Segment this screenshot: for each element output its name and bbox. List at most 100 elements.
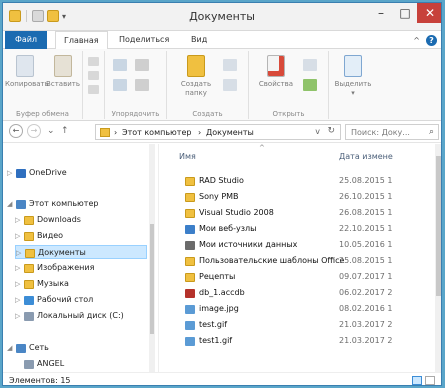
nav-item-desktop[interactable]: ▷ Рабочий стол xyxy=(15,293,147,307)
nav-item-documents[interactable]: ▷ Документы xyxy=(15,245,147,259)
expand-chevron-icon[interactable]: ▷ xyxy=(7,166,15,180)
expand-chevron-icon[interactable]: ▷ xyxy=(15,213,23,227)
nav-item-label: Видео xyxy=(37,231,64,240)
file-row[interactable]: image.jpg 08.02.2016 1 xyxy=(179,302,441,316)
collapse-chevron-icon[interactable]: ◢ xyxy=(7,341,15,355)
expand-chevron-icon[interactable]: ▷ xyxy=(15,261,23,275)
large-icons-view-icon[interactable] xyxy=(425,376,435,385)
new-folder-button[interactable]: Создать папку xyxy=(171,55,221,98)
ribbon-tabs: Файл Главная Поделиться Вид ^ ? xyxy=(3,31,441,50)
file-row[interactable]: Мои источники данных 10.05.2016 1 xyxy=(179,238,441,252)
nav-item-network[interactable]: ◢ Сеть xyxy=(7,341,147,355)
documents-folder-icon xyxy=(25,249,35,258)
recent-locations-caret[interactable]: ⌄ xyxy=(47,126,55,136)
refresh-icon[interactable]: ↻ xyxy=(327,126,335,136)
search-icon[interactable]: ⌕ xyxy=(429,127,434,137)
history-icon[interactable] xyxy=(303,79,317,91)
delete-icon[interactable] xyxy=(135,59,149,71)
column-header-name[interactable]: Имя xyxy=(179,152,196,161)
help-icon[interactable]: ? xyxy=(426,35,437,46)
breadcrumb-this-pc[interactable]: Этот компьютер xyxy=(122,128,191,137)
expand-chevron-icon[interactable]: ▷ xyxy=(15,277,23,291)
search-placeholder: Поиск: Доку... xyxy=(351,128,410,137)
nav-item-angel[interactable]: ANGEL xyxy=(15,357,147,369)
paste-button[interactable]: Вставить xyxy=(45,55,81,89)
address-bar[interactable]: › Этот компьютер › Документы v ↻ xyxy=(95,124,341,140)
folder-icon xyxy=(185,273,195,282)
details-view-icon[interactable] xyxy=(412,376,422,385)
folder-icon xyxy=(185,177,195,186)
collapse-ribbon-icon[interactable]: ^ xyxy=(413,36,420,45)
file-list-scrollbar[interactable] xyxy=(435,144,441,372)
nav-item-local-disk[interactable]: ▷ Локальный диск (C:) xyxy=(15,309,147,323)
file-row[interactable]: RAD Studio 25.08.2015 1 xyxy=(179,174,441,188)
breadcrumb-separator[interactable]: › xyxy=(114,128,117,137)
copy-to-icon[interactable] xyxy=(113,79,127,91)
file-list-scroll-thumb[interactable] xyxy=(436,156,441,296)
expand-chevron-icon[interactable]: ▷ xyxy=(15,293,23,307)
nav-item-onedrive[interactable]: ▷ OneDrive xyxy=(7,166,147,180)
onedrive-icon xyxy=(16,169,26,178)
properties-label: Свойства xyxy=(258,80,294,88)
address-dropdown-icon[interactable]: v xyxy=(315,127,320,136)
paste-shortcut-icon[interactable] xyxy=(88,85,99,94)
file-row[interactable]: Visual Studio 2008 26.08.2015 1 xyxy=(179,206,441,220)
minimize-button[interactable]: – xyxy=(369,3,393,23)
expand-chevron-icon[interactable]: ▷ xyxy=(15,229,23,243)
copy-path-icon[interactable] xyxy=(88,71,99,80)
create-group-label: Создать xyxy=(192,110,223,118)
nav-scrollbar[interactable] xyxy=(149,144,155,372)
expand-chevron-icon[interactable]: ▷ xyxy=(16,246,24,260)
file-row[interactable]: test1.gif 21.03.2017 2 xyxy=(179,334,441,348)
sort-indicator-icon: ^ xyxy=(259,144,265,152)
data-sources-icon xyxy=(185,241,195,250)
tab-file[interactable]: Файл xyxy=(5,31,47,49)
back-button[interactable]: ← xyxy=(9,124,23,138)
file-row[interactable]: Мои веб-узлы 22.10.2015 1 xyxy=(179,222,441,236)
nav-item-label: Рабочий стол xyxy=(37,295,94,304)
nav-item-this-pc[interactable]: ◢ Этот компьютер xyxy=(7,197,147,211)
breadcrumb-separator[interactable]: › xyxy=(198,128,201,137)
tab-view[interactable]: Вид xyxy=(183,31,215,49)
file-row[interactable]: Рецепты 09.07.2017 1 xyxy=(179,270,441,284)
forward-button[interactable]: → xyxy=(27,124,41,138)
drive-icon xyxy=(24,312,34,321)
maximize-button[interactable]: □ xyxy=(393,3,417,23)
properties-button[interactable]: Свойства xyxy=(253,55,299,89)
location-folder-icon xyxy=(100,128,110,137)
rename-icon[interactable] xyxy=(135,79,149,91)
file-row[interactable]: test.gif 21.03.2017 2 xyxy=(179,318,441,332)
select-button[interactable]: Выделить ▾ xyxy=(331,55,375,98)
file-name: Мои источники данных xyxy=(199,240,298,249)
network-icon xyxy=(16,344,26,353)
cut-icon[interactable] xyxy=(88,57,99,66)
column-header-date[interactable]: Дата измене xyxy=(339,152,393,161)
nav-scroll-thumb[interactable] xyxy=(150,224,154,334)
close-button[interactable]: ✕ xyxy=(417,3,441,23)
tab-share[interactable]: Поделиться xyxy=(111,31,177,49)
new-item-icon[interactable] xyxy=(223,59,237,71)
open-icon[interactable] xyxy=(303,59,317,71)
nav-item-music[interactable]: ▷ Музыка xyxy=(15,277,147,291)
copy-icon xyxy=(16,55,34,77)
up-button[interactable]: ↑ xyxy=(61,126,69,136)
image-file-icon xyxy=(185,337,195,346)
tab-home[interactable]: Главная xyxy=(55,31,108,50)
file-row[interactable]: Sony PMB 26.10.2015 1 xyxy=(179,190,441,204)
file-row[interactable]: db_1.accdb 06.02.2017 2 xyxy=(179,286,441,300)
music-folder-icon xyxy=(24,280,34,289)
copy-button[interactable]: Копировать xyxy=(5,55,49,89)
nav-item-pictures[interactable]: ▷ Изображения xyxy=(15,261,147,275)
file-name: RAD Studio xyxy=(199,176,244,185)
easy-access-icon[interactable] xyxy=(223,79,237,91)
file-row[interactable]: Пользовательские шаблоны Office 25.08.20… xyxy=(179,254,441,268)
explorer-window: ▾ Документы – □ ✕ Файл Главная Поделитьс… xyxy=(2,2,442,386)
move-to-icon[interactable] xyxy=(113,59,127,71)
collapse-chevron-icon[interactable]: ◢ xyxy=(7,197,15,211)
nav-item-downloads[interactable]: ▷ Downloads xyxy=(15,213,147,227)
breadcrumb-documents[interactable]: Документы xyxy=(206,128,254,137)
nav-item-video[interactable]: ▷ Видео xyxy=(15,229,147,243)
pictures-folder-icon xyxy=(24,264,34,273)
expand-chevron-icon[interactable]: ▷ xyxy=(15,309,23,323)
search-input[interactable]: Поиск: Доку... ⌕ xyxy=(345,124,439,140)
